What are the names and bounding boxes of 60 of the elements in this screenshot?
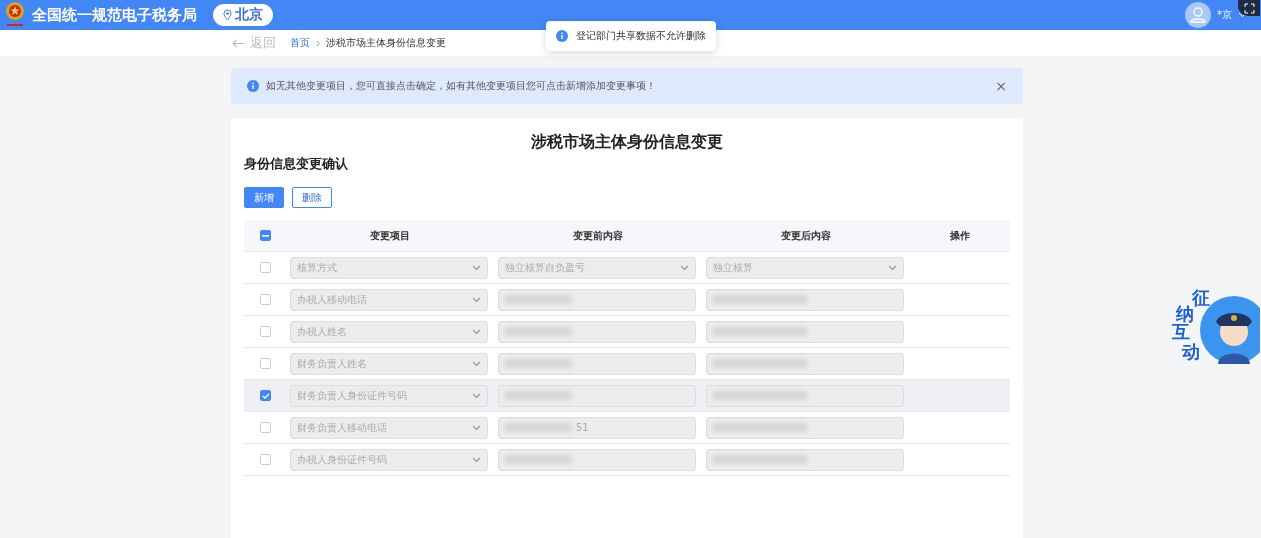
arrow-left-icon [232,38,245,48]
chevron-down-icon [472,328,481,335]
row-checkbox[interactable] [260,454,271,465]
section-title: 身份信息变更确认 [244,155,349,173]
page-title: 涉税市场主体身份信息变更 [530,132,724,153]
input-field[interactable] [706,384,904,407]
select-all-checkbox[interactable] [260,230,271,241]
row-checkbox[interactable] [260,422,271,433]
assistant-label: 纳 [1176,303,1194,324]
input-field[interactable] [706,320,904,343]
avatar-icon[interactable] [1185,2,1211,28]
row-checkbox[interactable] [260,262,271,273]
input-field[interactable] [498,448,696,471]
back-link[interactable]: 返回 [232,34,276,52]
region-selector[interactable]: 北京 [213,4,273,26]
alert-message: 如无其他变更项目，您可直接点击确定，如有其他变更项目您可点击新增添加变更事项！ [266,79,657,93]
column-header: 变更项目 [369,228,411,243]
input-field[interactable] [706,352,904,375]
chevron-down-icon [472,424,481,431]
column-header: 变更后内容 [780,228,832,243]
close-button[interactable]: × [995,78,1007,94]
column-header: 变更前内容 [572,228,624,243]
chevron-down-icon [888,264,897,271]
info-icon [247,80,259,92]
input-field[interactable] [498,384,696,407]
select-field[interactable]: 财务负责人移动电话 [290,416,488,439]
input-field[interactable] [498,320,696,343]
assistant-label: 征 [1192,286,1210,308]
assistant-label: 动 [1182,340,1200,364]
row-checkbox[interactable] [260,294,271,305]
check-icon [261,392,270,399]
scan-button[interactable] [1238,0,1260,16]
row-checkbox[interactable] [260,326,271,337]
input-field[interactable] [706,288,904,311]
chevron-down-icon [472,392,481,399]
breadcrumb-link[interactable]: 首页 [290,36,310,50]
location-pin-icon [223,9,232,21]
chevron-right-icon [316,39,320,47]
minus-icon [262,234,269,237]
chevron-down-icon [680,264,689,271]
chevron-down-icon [472,456,481,463]
user-name[interactable]: *京 [1217,8,1232,22]
row-checkbox[interactable] [260,358,271,369]
input-field[interactable]: 51 [498,416,696,439]
chevron-down-icon [472,296,481,303]
delete-button[interactable]: 删除 [292,187,332,208]
input-field[interactable] [706,448,904,471]
column-header: 操作 [949,228,971,243]
input-field[interactable] [498,352,696,375]
row-checkbox[interactable] [260,390,271,401]
scan-icon [1243,2,1255,14]
input-field[interactable] [498,288,696,311]
chevron-down-icon [472,360,481,367]
info-icon [556,30,568,42]
toast-text: 登记部门共享数据不允许删除 [576,29,706,43]
add-button[interactable]: 新增 [244,187,284,208]
site-title: 全国统一规范电子税务局 [32,5,197,25]
select-field[interactable]: 办税人移动电话 [290,288,488,311]
input-field[interactable] [706,416,904,439]
chevron-down-icon [472,264,481,271]
